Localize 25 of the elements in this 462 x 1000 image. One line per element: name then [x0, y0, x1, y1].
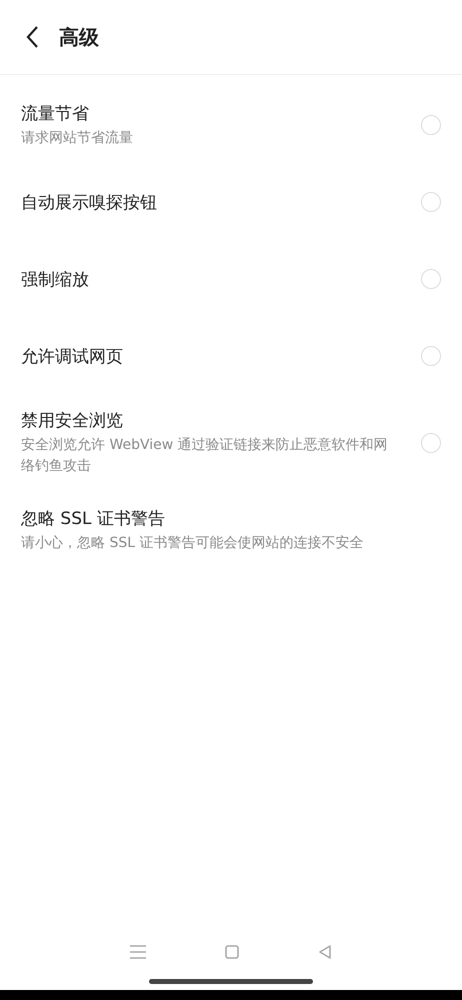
menu-icon[interactable]	[130, 945, 146, 959]
page-title: 高级	[59, 24, 99, 50]
home-indicator[interactable]	[149, 978, 313, 984]
home-icon[interactable]	[224, 945, 239, 959]
setting-row[interactable]: 流量节省 请求网站节省流量	[0, 90, 462, 160]
radio-button[interactable]	[421, 269, 441, 289]
setting-description: 请小心，忽略 SSL 证书警告可能会使网站的连接不安全	[21, 534, 364, 552]
setting-title: 流量节省	[21, 102, 90, 124]
setting-description: 请求网站节省流量	[21, 128, 134, 148]
setting-title: 自动展示嗅探按钮	[21, 192, 158, 214]
setting-row[interactable]: 强制缩放	[0, 244, 462, 314]
radio-button[interactable]	[421, 192, 441, 212]
setting-title: 禁用安全浏览	[21, 410, 124, 432]
radio-button[interactable]	[421, 346, 441, 366]
radio-button[interactable]	[421, 115, 441, 135]
setting-title: 允许调试网页	[21, 346, 124, 368]
setting-title: 忽略 SSL 证书警告	[21, 508, 166, 530]
setting-title: 强制缩放	[21, 268, 90, 290]
setting-row[interactable]: 允许调试网页	[0, 321, 462, 391]
setting-description: 安全浏览允许 WebView 通过验证链接来防止恶意软件和网络钓鱼攻击	[21, 436, 389, 476]
setting-row[interactable]: 禁用安全浏览 安全浏览允许 WebView 通过验证链接来防止恶意软件和网络钓鱼攻击	[0, 398, 462, 488]
radio-button[interactable]	[421, 433, 441, 453]
setting-row[interactable]: 忽略 SSL 证书警告 请小心，忽略 SSL 证书警告可能会使网站的连接不安全	[0, 495, 462, 565]
back-icon[interactable]	[25, 25, 39, 49]
setting-row[interactable]: 自动展示嗅探按钮	[0, 167, 462, 237]
